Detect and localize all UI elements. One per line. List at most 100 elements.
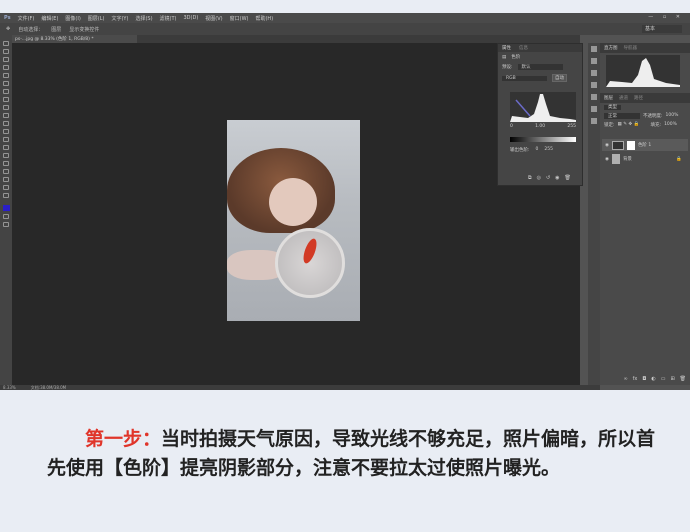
tab-channels[interactable]: 通道 xyxy=(619,95,628,101)
photo-fishbowl xyxy=(275,228,345,298)
window-controls[interactable]: — ▫ ✕ xyxy=(648,14,684,20)
shape-tool-icon[interactable] xyxy=(3,177,9,182)
fx-icon[interactable]: fx xyxy=(633,376,638,382)
new-adjustment-icon[interactable]: ◐ xyxy=(651,376,655,382)
actions-icon[interactable] xyxy=(591,118,597,124)
layer-name: 色阶 1 xyxy=(637,143,652,148)
marquee-tool-icon[interactable] xyxy=(3,49,9,54)
clip-icon[interactable]: ⧉ xyxy=(528,175,532,181)
preset-select[interactable]: 默认 xyxy=(517,64,563,70)
history-icon[interactable] xyxy=(591,58,597,64)
layer-row[interactable]: ◉ 背景 🔒 xyxy=(602,153,688,165)
zoom-tool-icon[interactable] xyxy=(3,193,9,198)
history-brush-tool-icon[interactable] xyxy=(3,113,9,118)
tool-presets-icon[interactable] xyxy=(591,106,597,112)
histogram-icon[interactable] xyxy=(591,46,597,52)
auto-select-checkbox[interactable]: 自动选择： xyxy=(18,26,43,33)
layer-row[interactable]: ◉ 色阶 1 xyxy=(602,139,688,151)
document-tab[interactable]: ps-...jpg @ 8.33% (色阶 1, RGB/8) * xyxy=(12,35,137,43)
layer-thumb xyxy=(611,154,620,164)
gradient-tool-icon[interactable] xyxy=(3,129,9,134)
screen-mode-icon[interactable] xyxy=(3,222,9,227)
input-gamma[interactable]: 1.00 xyxy=(535,124,545,129)
channel-select[interactable]: RGB xyxy=(502,75,547,81)
options-bar: ✥ 自动选择： 图层 显示变换控件 基本 xyxy=(0,23,690,35)
menu-edit[interactable]: 编辑(E) xyxy=(41,15,58,22)
lock-icon: 🔒 xyxy=(676,156,682,162)
auto-select-target[interactable]: 图层 xyxy=(51,26,61,33)
menu-type[interactable]: 文字(Y) xyxy=(111,15,128,22)
quick-select-tool-icon[interactable] xyxy=(3,65,9,70)
canvas-area[interactable] xyxy=(12,43,580,385)
move-icon: ✥ xyxy=(6,26,11,32)
eye-icon[interactable]: ◉ xyxy=(605,143,609,148)
blur-tool-icon[interactable] xyxy=(3,137,9,142)
menu-filter[interactable]: 滤镜(T) xyxy=(160,15,177,22)
tab-navigator[interactable]: 导航器 xyxy=(624,45,638,51)
view-previous-icon[interactable]: ◎ xyxy=(537,175,541,181)
document-tabs: ps-...jpg @ 8.33% (色阶 1, RGB/8) * xyxy=(12,35,580,43)
ps-logo: Ps xyxy=(4,15,11,21)
layer-filter-select[interactable]: 类型 xyxy=(604,105,621,110)
healing-tool-icon[interactable] xyxy=(3,89,9,94)
properties-icon[interactable] xyxy=(591,70,597,76)
input-black[interactable]: 0 xyxy=(510,124,513,129)
input-white[interactable]: 255 xyxy=(567,124,576,129)
menu-window[interactable]: 窗口(W) xyxy=(230,15,249,22)
crop-tool-icon[interactable] xyxy=(3,73,9,78)
tab-properties[interactable]: 属性 xyxy=(502,45,511,51)
photo-face xyxy=(269,178,317,226)
path-select-tool-icon[interactable] xyxy=(3,169,9,174)
workspace-select[interactable]: 基本 xyxy=(642,25,682,33)
output-white[interactable]: 255 xyxy=(544,147,553,153)
menu-select[interactable]: 选择(S) xyxy=(135,15,152,22)
delete-icon[interactable]: 🗑 xyxy=(565,175,571,181)
hand-tool-icon[interactable] xyxy=(3,185,9,190)
lock-label: 锁定: xyxy=(604,123,615,128)
show-transform-checkbox[interactable]: 显示变换控件 xyxy=(69,26,99,33)
menu-image[interactable]: 图像(I) xyxy=(65,15,80,22)
reset-icon[interactable]: ↺ xyxy=(546,175,550,181)
histogram-panel-graph xyxy=(606,55,680,87)
opacity-value[interactable]: 100% xyxy=(666,113,679,119)
delete-layer-icon[interactable]: 🗑 xyxy=(680,376,686,382)
add-mask-icon[interactable]: ◘ xyxy=(642,376,646,382)
link-icon[interactable]: ∞ xyxy=(623,376,627,382)
eye-icon[interactable]: ◉ xyxy=(605,157,609,162)
eraser-tool-icon[interactable] xyxy=(3,121,9,126)
output-gradient[interactable] xyxy=(510,137,576,142)
dodge-tool-icon[interactable] xyxy=(3,145,9,150)
menu-file[interactable]: 文件(F) xyxy=(18,15,35,22)
stamp-tool-icon[interactable] xyxy=(3,105,9,110)
auto-button[interactable]: 自动 xyxy=(552,74,567,82)
tab-histogram[interactable]: 直方图 xyxy=(604,45,618,51)
fill-value[interactable]: 100% xyxy=(664,122,677,128)
move-tool-icon[interactable] xyxy=(3,41,9,46)
doc-size: 文档:38.0M/38.0M xyxy=(30,385,67,390)
menu-layer[interactable]: 图层(L) xyxy=(88,15,105,22)
new-layer-icon[interactable]: ⊞ xyxy=(670,376,674,382)
lasso-tool-icon[interactable] xyxy=(3,57,9,62)
visibility-icon[interactable]: ◉ xyxy=(555,175,559,181)
zoom-level[interactable]: 8.33% xyxy=(3,385,16,390)
blend-mode-select[interactable]: 正常 xyxy=(604,113,640,119)
new-group-icon[interactable]: ▭ xyxy=(661,376,666,382)
tab-paths[interactable]: 路径 xyxy=(634,95,643,101)
quick-mask-icon[interactable] xyxy=(3,214,9,219)
brush-tool-icon[interactable] xyxy=(3,97,9,102)
foreground-color-swatch[interactable] xyxy=(2,205,10,211)
output-black[interactable]: 0 xyxy=(536,147,539,153)
caption: 第一步：当时拍摄天气原因，导致光线不够充足，照片偏暗，所以首先使用【色阶】提亮阴… xyxy=(0,425,690,483)
properties-panel: 属性 信息 ▤ 色阶 预设: 默认 RGB 自动 0 1.00 255 输出色阶: 0… xyxy=(497,43,583,186)
menu-3d[interactable]: 3D(D) xyxy=(184,15,199,21)
menu-help[interactable]: 帮助(H) xyxy=(255,15,273,22)
tab-layers[interactable]: 图层 xyxy=(604,95,613,101)
menu-view[interactable]: 视图(V) xyxy=(205,15,222,22)
pen-tool-icon[interactable] xyxy=(3,153,9,158)
character-icon[interactable] xyxy=(591,82,597,88)
eyedropper-tool-icon[interactable] xyxy=(3,81,9,86)
tab-info[interactable]: 信息 xyxy=(519,45,528,51)
lock-icons[interactable]: ▦ ✎ ✥ 🔒 xyxy=(618,122,648,128)
type-tool-icon[interactable] xyxy=(3,161,9,166)
paragraph-icon[interactable] xyxy=(591,94,597,100)
